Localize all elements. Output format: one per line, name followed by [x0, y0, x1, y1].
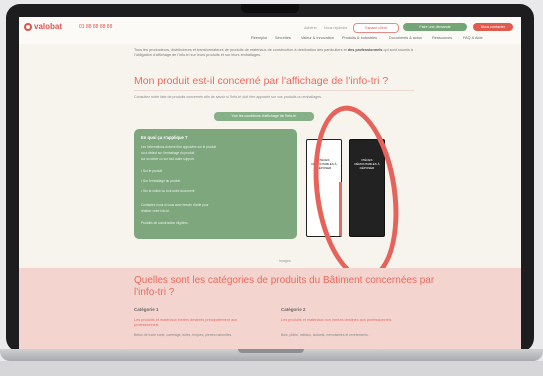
categories-title: Quelles sont les catégories de produits …	[134, 275, 435, 298]
card-line: • Sur l'emballage du produit	[141, 179, 180, 183]
category-2-name: Catégorie 2	[281, 307, 306, 312]
conditions-button[interactable]: Voir les conditions d'affichage de l'inf…	[214, 112, 314, 121]
card-line: sur la notice ou sur tout autre support.	[141, 157, 195, 161]
category-1-text: Béton de toute sorte, carrelage, tuiles,…	[134, 333, 233, 337]
link-rejoindre[interactable]: Nous rejoindre	[324, 26, 347, 30]
espace-client-button[interactable]: Espace client	[353, 23, 399, 33]
info-card: En quoi ça s'applique ? Les informations…	[134, 129, 297, 239]
intro-bold: des professionnels	[347, 48, 383, 52]
intro-lead: Tous les producteurs, distributeurs et t…	[134, 48, 347, 52]
contact-button[interactable]: Nous contacter	[473, 23, 513, 31]
camera-notch	[241, 4, 299, 13]
nav-item-valeur[interactable]: Valeur & Innovation	[301, 36, 334, 40]
category-1-name: Catégorie 1	[134, 307, 159, 312]
image-caption: Images	[279, 259, 291, 263]
card-line: ou à défaut sur l'emballage du produit,	[141, 151, 196, 155]
card-line: Produits de construction éligibles.	[141, 221, 189, 225]
highlight-circle	[303, 100, 409, 286]
card-line: • Sur le produit	[141, 169, 162, 173]
card-line: Contactez-nous si vous avez besoin d'aid…	[141, 203, 209, 207]
card-line: Les informations doivent être apposées s…	[141, 145, 216, 149]
card-line: • Sur la notice ou tout autre document	[141, 189, 195, 193]
laptop-base-notch	[238, 349, 304, 353]
link-adherer[interactable]: Adhérer	[304, 26, 317, 30]
phone-number[interactable]: 01 88 88 88 88	[79, 24, 112, 30]
logo[interactable]: valobat	[34, 22, 62, 31]
card-line: réaliser votre info-tri.	[141, 209, 171, 213]
nav-item-securites[interactable]: Sécurités	[275, 36, 291, 40]
floor	[0, 361, 543, 376]
nav-item-reemploi[interactable]: Réemploi	[251, 36, 267, 40]
category-2-text: Bois, plâtre, métaux, isolants, menuiser…	[281, 333, 369, 337]
title-divider	[134, 90, 414, 91]
laptop-bezel: valobat 01 88 88 88 88 Adhérer Nous rejo…	[6, 4, 534, 353]
site-header: valobat 01 88 88 88 88 Adhérer Nous rejo…	[19, 17, 521, 44]
nav-item-produits[interactable]: Produits & Industries	[342, 36, 377, 40]
section-paragraph: Consultez notre liste de produits concer…	[134, 95, 322, 99]
logo-icon	[24, 23, 32, 31]
demande-button[interactable]: Faire une demande	[403, 23, 467, 31]
nav-item-ressources[interactable]: Ressources	[432, 36, 452, 40]
section-title: Mon produit est-il concerné par l'affich…	[134, 75, 389, 87]
laptop-screen: valobat 01 88 88 88 88 Adhérer Nous rejo…	[19, 17, 521, 353]
category-1-subtitle: Les produits et matériaux inertes destin…	[134, 318, 238, 327]
nav-item-documents[interactable]: Documents & actus	[389, 36, 422, 40]
nav-item-faq[interactable]: FAQ & Aide	[463, 36, 483, 40]
category-2-subtitle: Les produits et matériaux non inertes de…	[281, 318, 392, 322]
intro-paragraph: Tous les producteurs, distributeurs et t…	[134, 48, 418, 58]
card-title: En quoi ça s'applique ?	[141, 135, 188, 140]
